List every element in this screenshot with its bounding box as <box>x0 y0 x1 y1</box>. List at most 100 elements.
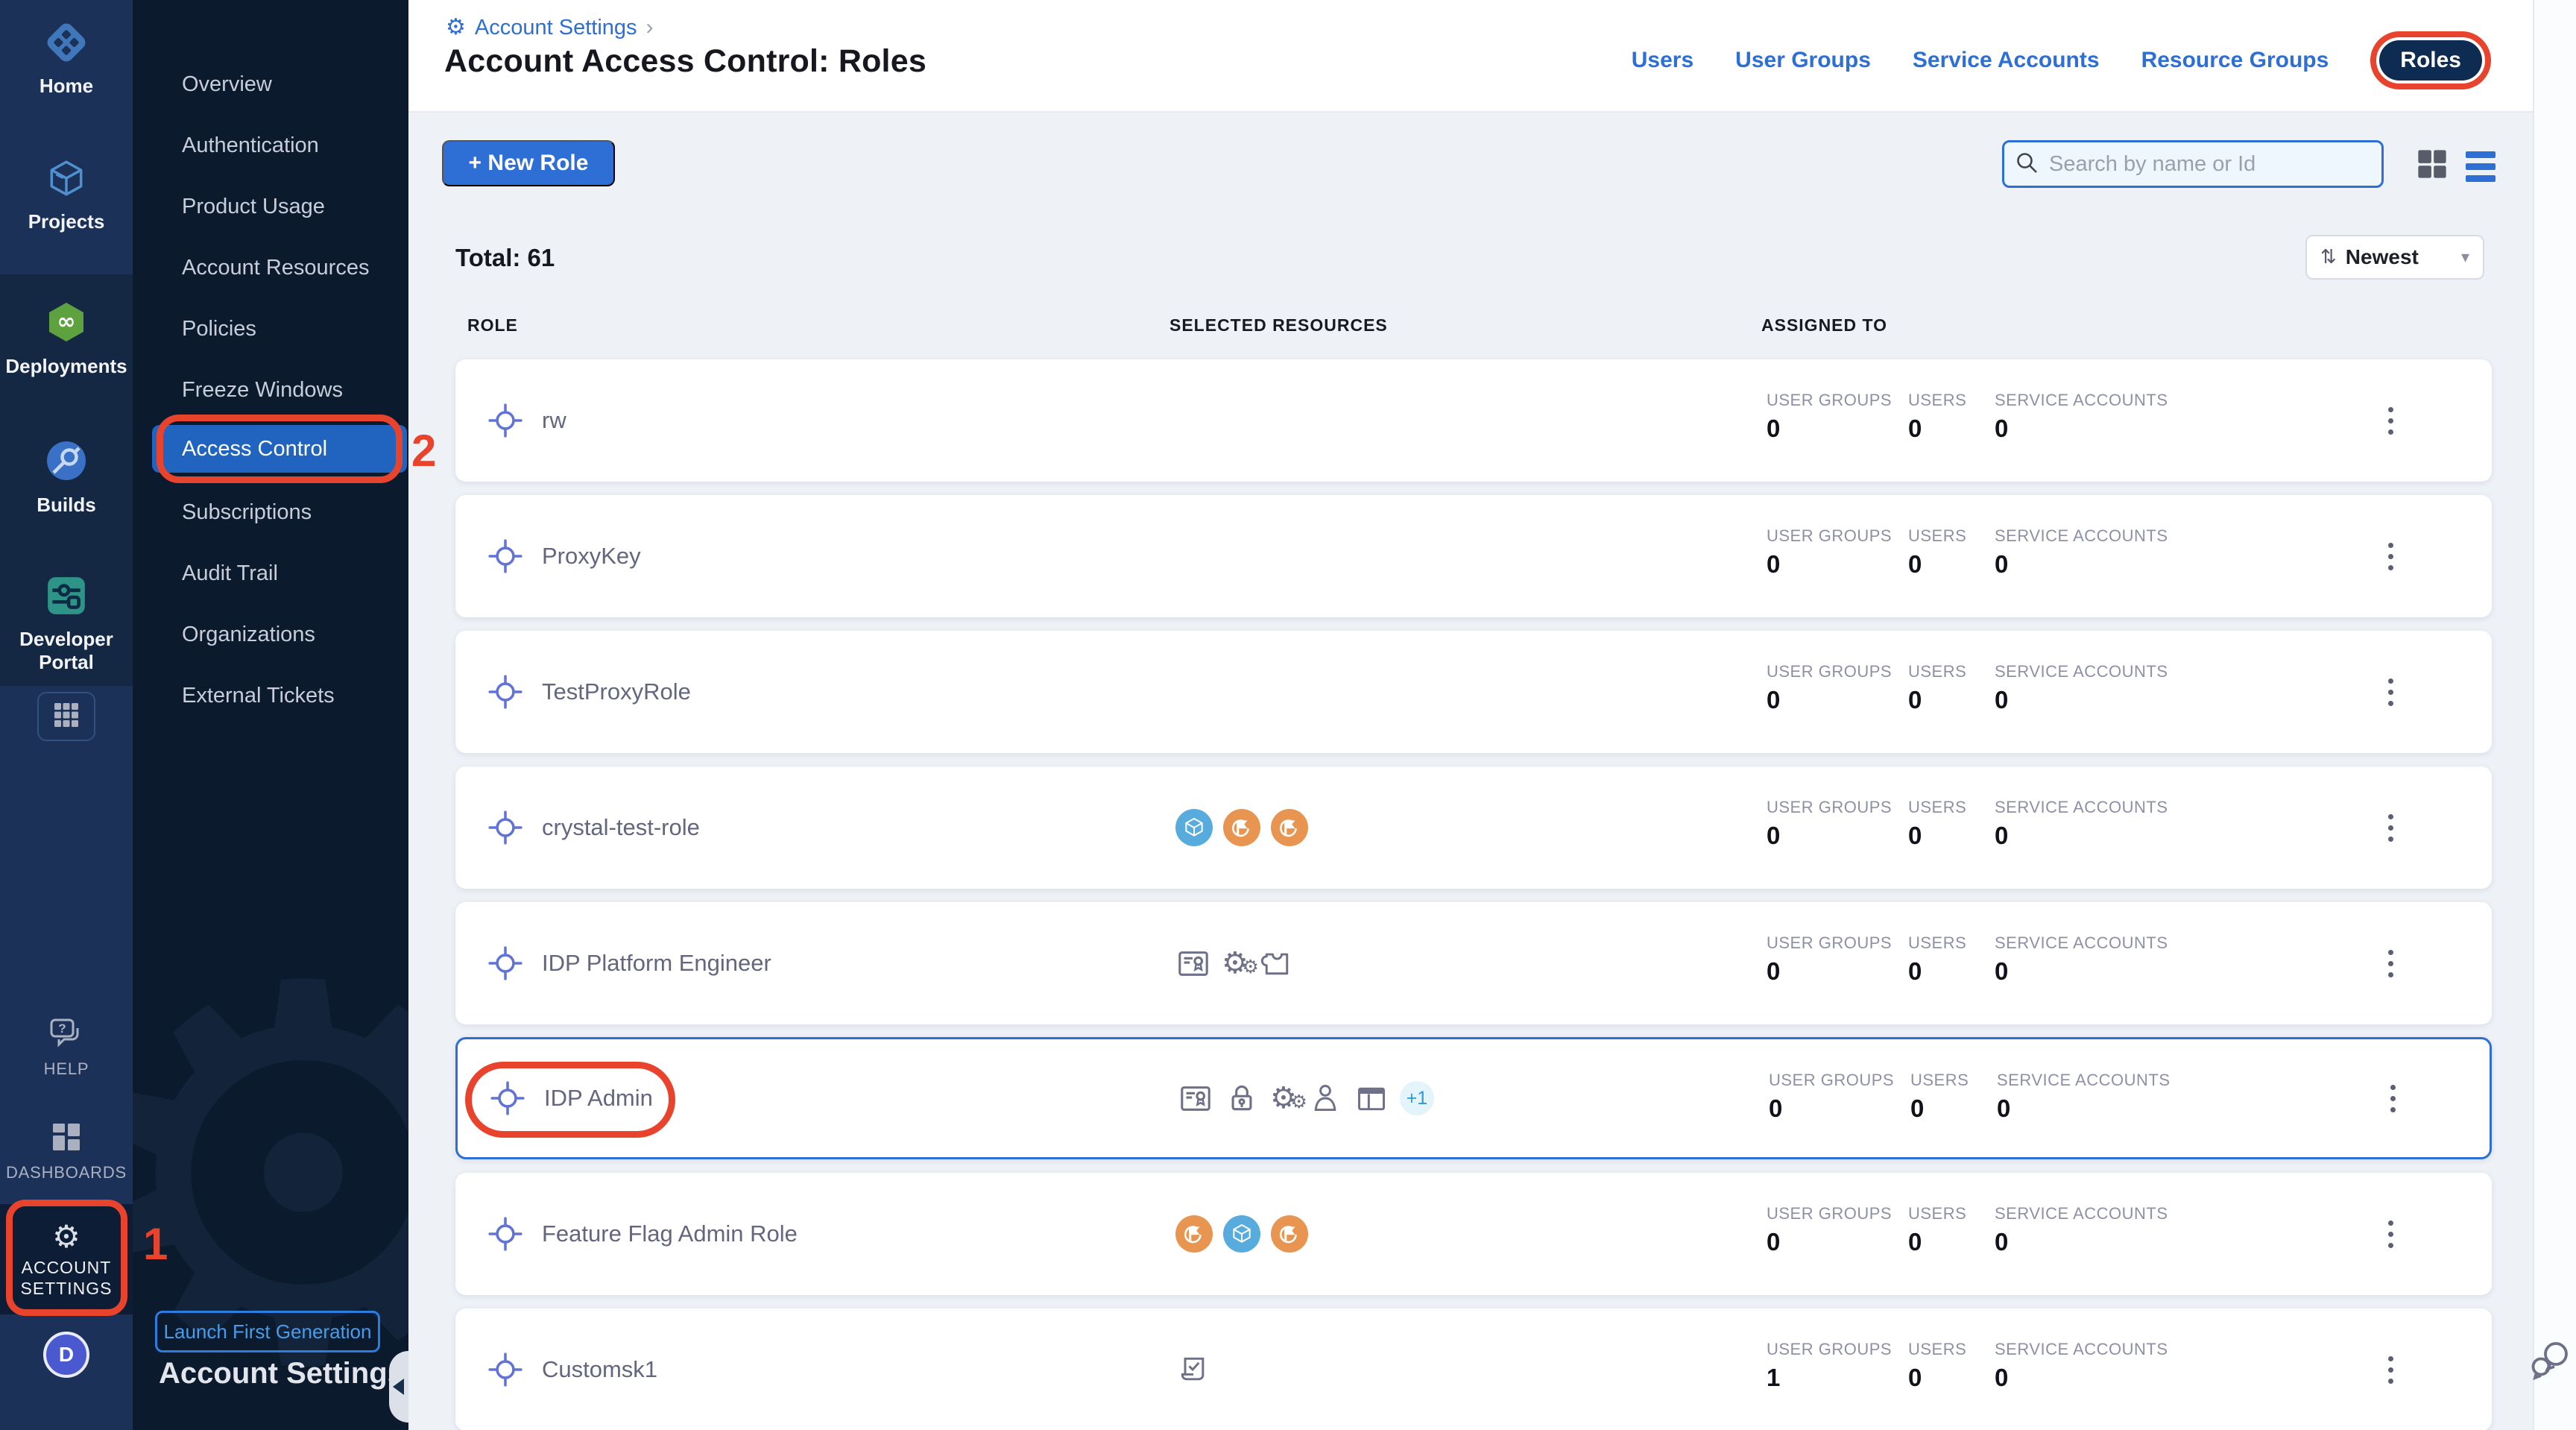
home-icon <box>45 21 88 68</box>
sidebar-item-external-tickets[interactable]: External Tickets <box>182 681 335 711</box>
role-name: crystal-test-role <box>542 814 700 841</box>
search-input[interactable] <box>2048 151 2371 177</box>
row-menu-button[interactable] <box>2375 1072 2411 1124</box>
role-row[interactable]: TestProxyRoleUSER GROUPS0USERS0SERVICE A… <box>455 631 2492 753</box>
assigned-count: 0 <box>1995 957 2008 986</box>
rbac-tabs: Users User Groups Service Accounts Resou… <box>1632 31 2491 89</box>
rail-label: Deployments <box>5 355 127 378</box>
column-header-selected-resources: SELECTED RESOURCES <box>1169 315 1388 336</box>
selected-resources: ⚙⚙ <box>1175 945 1295 981</box>
launch-first-generation-button[interactable]: Launch First Generation <box>155 1311 380 1352</box>
role-target-icon <box>487 538 524 575</box>
list-view-button[interactable] <box>2466 151 2496 182</box>
assigned-count: 0 <box>1767 957 1780 986</box>
role-row[interactable]: Feature Flag Admin RoleUSER GROUPS0USERS… <box>455 1173 2492 1295</box>
module-rail: Home Projects ∞ Deployments Builds Devel… <box>0 0 133 1430</box>
chevron-down-icon: ▾ <box>2461 248 2469 267</box>
assigned-count: 0 <box>1767 550 1780 579</box>
row-menu-button[interactable] <box>2373 801 2408 854</box>
layout-resource-icon <box>1354 1080 1389 1116</box>
plugin-resource-icon <box>1259 945 1295 981</box>
breadcrumb-account-settings-link[interactable]: Account Settings <box>475 16 637 40</box>
sidebar-item-overview[interactable]: Overview <box>182 69 272 99</box>
selected-resources: ⚙⚙+1 <box>1178 1080 1434 1116</box>
role-target-icon <box>487 1351 524 1388</box>
sort-dropdown[interactable]: ⇅ Newest ▾ <box>2305 235 2484 280</box>
flag-resource-icon <box>1271 809 1308 846</box>
gears-resource-icon: ⚙⚙ <box>1222 947 1248 980</box>
assigned-count: 0 <box>1997 1094 2010 1123</box>
row-menu-button[interactable] <box>2373 1208 2408 1260</box>
sidebar-item-policies[interactable]: Policies <box>182 314 256 344</box>
sidebar-item-audit-trail[interactable]: Audit Trail <box>182 558 278 588</box>
grid-view-button[interactable] <box>2415 147 2449 181</box>
assigned-count: 0 <box>1767 822 1780 850</box>
svg-text:?: ? <box>58 1021 66 1036</box>
role-name: IDP Admin <box>544 1085 653 1112</box>
main-content: ⚙ Account Settings › Account Access Cont… <box>408 0 2533 1430</box>
new-role-button[interactable]: + New Role <box>442 140 615 186</box>
chevron-right-icon: › <box>646 15 654 40</box>
tab-roles[interactable]: Roles <box>2379 40 2482 81</box>
role-target-icon <box>487 945 524 982</box>
assigned-count: 0 <box>1995 550 2008 579</box>
assigned-count: 0 <box>1908 822 1922 850</box>
rail-item-projects[interactable]: Projects <box>0 157 133 233</box>
rail-item-home[interactable]: Home <box>0 21 133 98</box>
gear-icon: ⚙ <box>446 16 466 40</box>
rail-item-dashboards[interactable]: DASHBOARDS <box>0 1120 133 1182</box>
sidebar-item-organizations[interactable]: Organizations <box>182 620 315 649</box>
assigned-count: 0 <box>1995 822 2008 850</box>
more-resources-badge[interactable]: +1 <box>1400 1081 1434 1115</box>
table-header-row: ROLE SELECTED RESOURCES ASSIGNED TO <box>408 315 2533 338</box>
apps-menu-button[interactable] <box>37 692 95 741</box>
sidebar-item-freeze-windows[interactable]: Freeze Windows <box>182 375 343 405</box>
sidebar-title: Account Settings <box>159 1357 404 1390</box>
row-menu-button[interactable] <box>2373 530 2408 582</box>
role-row[interactable]: ProxyKeyUSER GROUPS0USERS0SERVICE ACCOUN… <box>455 495 2492 617</box>
row-menu-button[interactable] <box>2373 937 2408 989</box>
assigned-count: 0 <box>1908 957 1922 986</box>
support-chat-button[interactable] <box>2528 1337 2573 1386</box>
rail-item-developer-portal[interactable]: Developer Portal <box>0 574 133 674</box>
role-row[interactable]: IDP Platform Engineer⚙⚙USER GROUPS0USERS… <box>455 902 2492 1024</box>
rail-item-deployments[interactable]: ∞ Deployments <box>0 300 133 378</box>
rail-item-account-settings[interactable]: ⚙ ACCOUNT SETTINGS <box>0 1204 133 1314</box>
flag-resource-icon <box>1271 1215 1308 1253</box>
rail-item-help[interactable]: ? HELP <box>0 1017 133 1079</box>
sidebar-item-account-resources[interactable]: Account Resources <box>182 253 369 283</box>
row-menu-button[interactable] <box>2373 1344 2408 1396</box>
cert-resource-icon <box>1178 1080 1213 1116</box>
role-row[interactable]: IDP Admin⚙⚙+1USER GROUPS0USERS0SERVICE A… <box>455 1037 2492 1159</box>
row-menu-button[interactable] <box>2373 394 2408 447</box>
sort-arrows-icon: ⇅ <box>2320 246 2337 268</box>
tab-service-accounts[interactable]: Service Accounts <box>1913 48 2100 73</box>
selected-resources <box>1175 809 1308 846</box>
assigned-label: USER GROUPS <box>1769 1071 1894 1090</box>
page-header: ⚙ Account Settings › Account Access Cont… <box>408 0 2533 113</box>
sidebar-item-subscriptions[interactable]: Subscriptions <box>182 497 312 527</box>
sidebar-collapse-toggle[interactable] <box>389 1351 408 1423</box>
row-menu-button[interactable] <box>2373 666 2408 718</box>
tab-user-groups[interactable]: User Groups <box>1735 48 1871 73</box>
sidebar-item-product-usage[interactable]: Product Usage <box>182 192 325 221</box>
role-name: TestProxyRole <box>542 678 691 705</box>
user-avatar[interactable]: D <box>43 1332 89 1378</box>
assigned-count: 0 <box>1767 686 1780 714</box>
rail-label: DASHBOARDS <box>6 1162 127 1182</box>
sidebar-item-authentication[interactable]: Authentication <box>182 130 319 160</box>
assigned-count: 0 <box>1995 1228 2008 1256</box>
tab-users[interactable]: Users <box>1632 48 1693 73</box>
assigned-count: 0 <box>1910 1094 1924 1123</box>
rail-item-builds[interactable]: Builds <box>0 438 133 517</box>
role-name: ProxyKey <box>542 543 641 570</box>
role-row[interactable]: rwUSER GROUPS0USERS0SERVICE ACCOUNTS0 <box>455 359 2492 482</box>
role-row[interactable]: crystal-test-roleUSER GROUPS0USERS0SERVI… <box>455 766 2492 889</box>
role-row[interactable]: Customsk1USER GROUPS1USERS0SERVICE ACCOU… <box>455 1308 2492 1430</box>
lock-resource-icon <box>1224 1080 1260 1116</box>
role-name: Customsk1 <box>542 1356 657 1383</box>
tab-resource-groups[interactable]: Resource Groups <box>2141 48 2329 73</box>
assigned-label: USERS <box>1908 1340 1966 1359</box>
assigned-count: 0 <box>1995 415 2008 443</box>
sidebar-item-access-control[interactable]: Access Control <box>152 425 407 473</box>
